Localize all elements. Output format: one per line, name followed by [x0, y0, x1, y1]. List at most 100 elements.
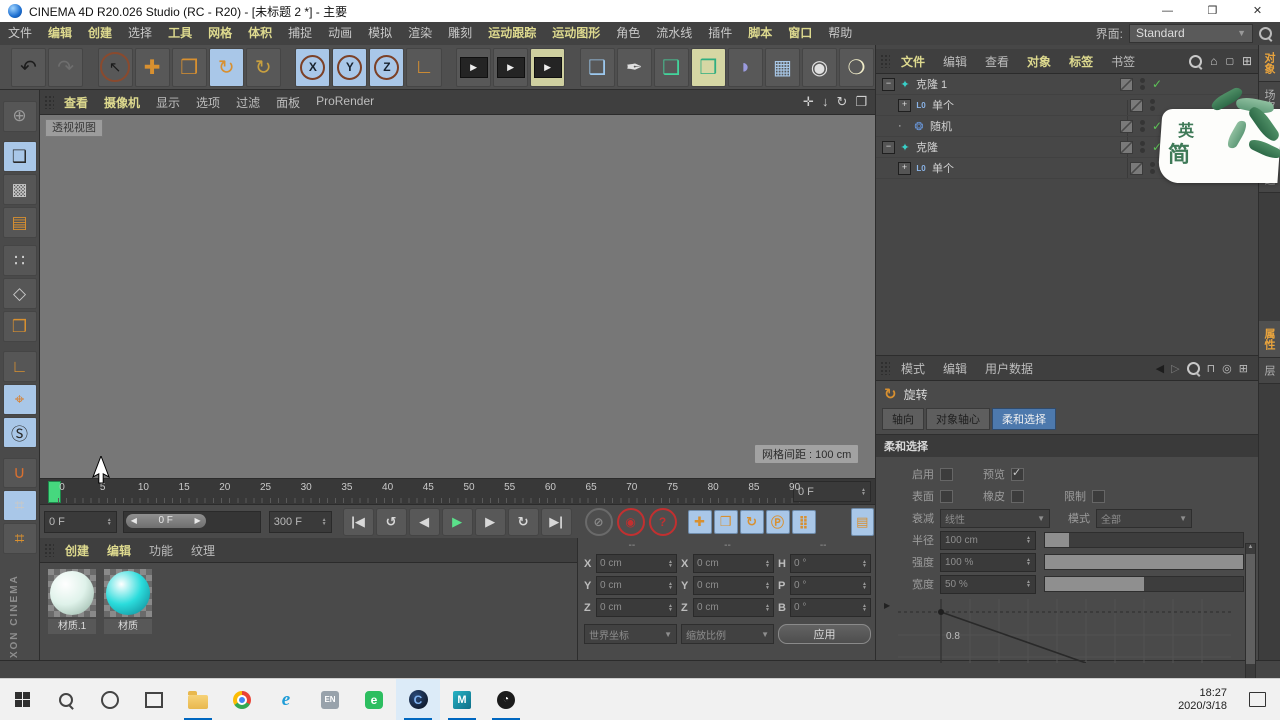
edges-mode-button[interactable]: ◇ — [2, 278, 37, 310]
y-axis-lock-button[interactable]: Y — [332, 47, 368, 87]
menu-雕刻[interactable]: 雕刻 — [440, 22, 480, 45]
coords-value-field[interactable]: 0 cm ▲ ▼ — [693, 598, 774, 617]
viewport-menu-面板[interactable]: 面板 — [268, 94, 308, 111]
am-menu-用户数据[interactable]: 用户数据 — [976, 360, 1042, 377]
panel-grip[interactable] — [880, 361, 890, 375]
scale-key-button[interactable]: ❒ — [713, 509, 738, 534]
menu-动画[interactable]: 动画 — [320, 22, 360, 45]
enabled-check-icon[interactable]: ✓ — [1152, 77, 1162, 91]
record-key-button[interactable]: ⊘ — [584, 507, 613, 536]
am-lock-icon[interactable]: ⊓ — [1207, 362, 1216, 375]
search-icon[interactable] — [1259, 27, 1272, 40]
enable-checkbox[interactable] — [940, 467, 953, 481]
go-to-end-button[interactable]: ▶| — [540, 507, 572, 536]
eudic-button[interactable]: EN — [308, 679, 352, 720]
taskbar-clock[interactable]: 18:27 2020/3/18 — [1174, 687, 1231, 713]
object-name[interactable]: 单个 — [932, 97, 954, 113]
enable-axis-button[interactable]: ∟ — [2, 351, 37, 383]
visibility-dots[interactable] — [1139, 120, 1145, 132]
apply-button[interactable]: 应用 — [778, 624, 871, 644]
go-to-start-button[interactable]: |◀ — [342, 507, 374, 536]
soft-selection-section-header[interactable]: 柔和选择 — [876, 434, 1258, 457]
coords-dropdown[interactable]: 世界坐标 ▼ — [584, 624, 677, 644]
falloff-curve[interactable]: ▶ 0.8 — [884, 599, 1231, 666]
rotation-key-button[interactable]: ↻ — [739, 509, 764, 534]
menu-网格[interactable]: 网格 — [200, 22, 240, 45]
interface-dropdown[interactable]: Standard ▼ — [1129, 24, 1253, 43]
maximize-view-button[interactable]: ❐ — [855, 94, 867, 110]
strength-field[interactable]: 100 % ▲ ▼ — [940, 552, 1036, 572]
pen-spline-button[interactable]: ✒ — [616, 47, 652, 87]
tab-轴向[interactable]: 轴向 — [882, 408, 924, 430]
viewport-3d-scene[interactable] — [40, 115, 875, 478]
task-view-button[interactable] — [132, 679, 176, 720]
previous-frame-button[interactable]: ◀ — [408, 507, 440, 536]
world-coordinates-button[interactable]: ⊕ — [2, 101, 37, 132]
play-backwards-button[interactable]: ↺ — [375, 507, 407, 536]
surface-checkbox[interactable] — [940, 489, 953, 503]
coords-dropdown[interactable]: 缩放比例 ▼ — [681, 624, 774, 644]
visibility-dots[interactable] — [1139, 78, 1145, 90]
chrome-button[interactable] — [220, 679, 264, 720]
lock-workplane-button[interactable]: ⌗ — [2, 490, 37, 522]
coords-value-field[interactable]: 0 cm ▲ ▼ — [693, 576, 774, 595]
material-thumbnail[interactable] — [104, 569, 152, 617]
menu-模拟[interactable]: 模拟 — [360, 22, 400, 45]
panel-grip[interactable] — [44, 95, 54, 109]
object-name[interactable]: 单个 — [932, 160, 954, 176]
polygons-mode-button[interactable]: ❒ — [2, 311, 37, 343]
coords-value-field[interactable]: 0 ° ▲ ▼ — [790, 554, 871, 573]
restore-button[interactable]: ❐ — [1190, 0, 1235, 22]
search-button[interactable] — [44, 679, 88, 720]
magnet-button[interactable]: ∪ — [2, 457, 37, 489]
coords-value-field[interactable]: 0 cm ▲ ▼ — [596, 554, 677, 573]
object-name[interactable]: 克隆 — [916, 139, 938, 155]
3dsmax-button[interactable]: M — [440, 679, 484, 720]
om-menu-编辑[interactable]: 编辑 — [934, 53, 976, 70]
om-menu-对象[interactable]: 对象 — [1018, 53, 1060, 70]
layer-color-tag[interactable] — [1119, 119, 1133, 133]
menu-创建[interactable]: 创建 — [80, 22, 120, 45]
coords-value-field[interactable]: 0 cm ▲ ▼ — [596, 576, 677, 595]
action-center-icon[interactable] — [1249, 692, 1266, 707]
om-minimize-icon[interactable]: ▢ — [1225, 56, 1234, 67]
object-row[interactable]: − ✦ 克隆 1 ✓ — [876, 74, 1258, 95]
scrubber-handle[interactable]: ◀ 0 F ▶ — [125, 513, 206, 528]
object-name[interactable]: 克隆 1 — [916, 76, 947, 92]
start-button[interactable] — [0, 679, 44, 720]
am-target-icon[interactable]: ◎ — [1222, 362, 1232, 375]
render-view-button[interactable]: ▶ — [456, 47, 492, 87]
layer-color-tag[interactable] — [1130, 98, 1143, 112]
tab-对象轴心[interactable]: 对象轴心 — [926, 408, 990, 430]
rubber-checkbox[interactable] — [1011, 489, 1024, 503]
x-axis-lock-button[interactable]: X — [295, 47, 331, 87]
viewport-canvas[interactable] — [40, 115, 875, 478]
am-back-icon[interactable]: ◀ — [1156, 362, 1164, 375]
viewport-menu-摄像机[interactable]: 摄像机 — [96, 94, 148, 111]
live-selection-button[interactable]: ↖ — [97, 47, 133, 87]
material-item[interactable]: 材质 — [104, 569, 152, 634]
radius-slider[interactable] — [1044, 532, 1244, 548]
light-button[interactable]: ❍ — [838, 47, 875, 87]
material-menu-功能[interactable]: 功能 — [140, 542, 182, 559]
layer-color-tag[interactable] — [1130, 161, 1143, 175]
coordinate-system-button[interactable]: ∟ — [406, 47, 442, 87]
menu-选择[interactable]: 选择 — [120, 22, 160, 45]
minimize-button[interactable]: — — [1145, 0, 1190, 22]
timeline-window-button[interactable]: ▤ — [850, 507, 874, 536]
layer-color-tag[interactable] — [1119, 140, 1133, 154]
workplane-paint-button[interactable]: ▤ — [2, 207, 37, 238]
points-mode-button[interactable]: ∷ — [2, 245, 37, 277]
subdivision-surface-button[interactable]: ❑ — [653, 47, 689, 87]
viewport-menu-ProRender[interactable]: ProRender — [308, 94, 382, 111]
render-picture-viewer-button[interactable]: ▶ — [493, 47, 529, 87]
current-frame-field[interactable]: 0 F ▲ ▼ — [793, 481, 871, 502]
mograph-cloner-button[interactable]: ❒ — [690, 47, 726, 87]
om-menu-书签[interactable]: 书签 — [1102, 53, 1144, 70]
keyframe-selection-button[interactable]: Ⓢ — [2, 417, 37, 449]
am-menu-编辑[interactable]: 编辑 — [934, 360, 976, 377]
position-key-button[interactable]: ✚ — [687, 509, 712, 534]
curve-fold-arrow[interactable]: ▶ — [884, 601, 890, 610]
evernote-button[interactable]: e — [352, 679, 396, 720]
next-frame-button[interactable]: ▶ — [474, 507, 506, 536]
